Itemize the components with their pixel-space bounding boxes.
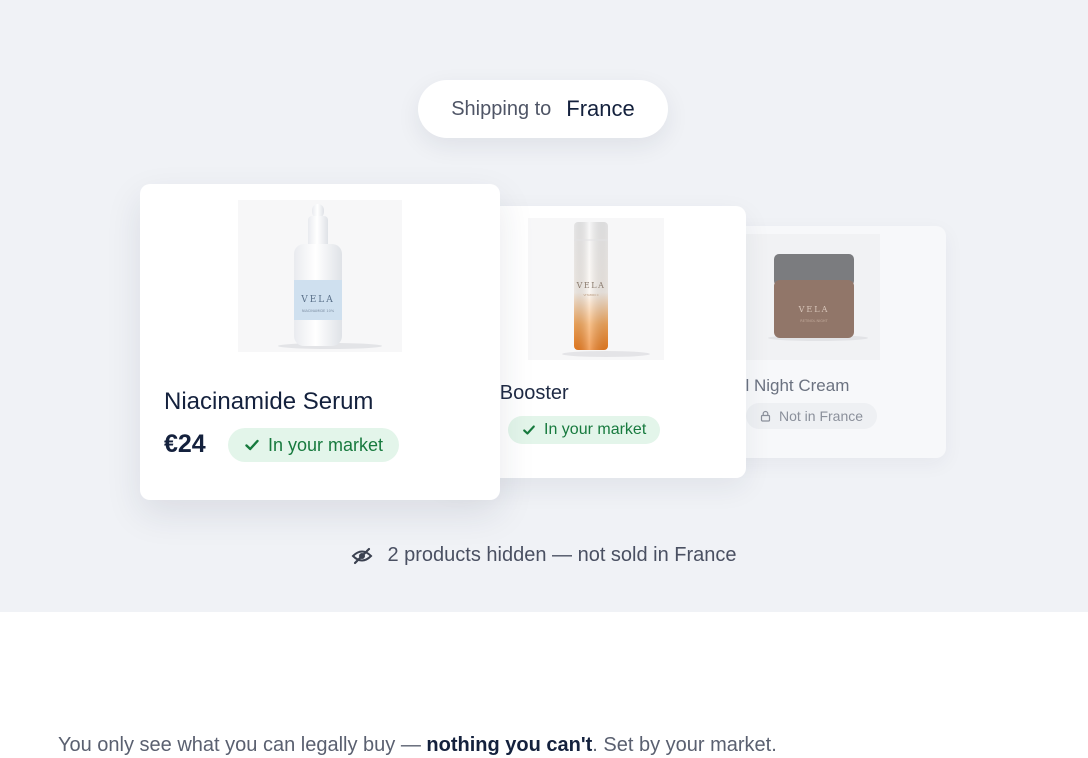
shipping-label: Shipping to <box>451 97 552 120</box>
vela-sublabel: RETINOL NIGHT <box>800 319 828 323</box>
product-image: VELA NIACINAMIDE 10% <box>238 200 402 352</box>
tagline-pre: You only see what you can legally buy — <box>58 734 427 756</box>
market-status-text: In your market <box>544 421 647 438</box>
check-icon <box>245 439 259 451</box>
tagline-bold: nothing you can't <box>426 734 593 756</box>
tagline: You only see what you can legally buy — … <box>58 734 777 757</box>
shipping-selector[interactable]: Shipping to France <box>418 80 668 138</box>
market-stage: Shipping to France VELA NIACINAMIDE 10% … <box>0 0 1088 612</box>
market-status-text: Not in France <box>779 408 864 424</box>
market-status-text: In your market <box>268 434 384 455</box>
product-price: €24 <box>164 430 206 458</box>
tagline-post: . Set by your market. <box>592 734 777 756</box>
product-name[interactable]: Niacinamide Serum <box>164 388 373 416</box>
hidden-note-text: 2 products hidden — not sold in France <box>387 544 737 566</box>
vela-label: VELA <box>300 295 335 305</box>
product-name: ol Night Cream <box>736 376 850 395</box>
check-icon <box>523 425 535 435</box>
eye-slash-icon <box>352 547 373 564</box>
vela-sublabel: NIACINAMIDE 10% <box>302 309 335 313</box>
vela-label: VELA <box>798 305 830 314</box>
lock-icon <box>760 410 771 422</box>
hidden-products-note: 2 products hidden — not sold in France <box>0 544 1088 567</box>
vela-label: VELA <box>576 281 606 290</box>
market-status-badge: Not in France <box>746 403 878 429</box>
market-status-badge: In your market <box>508 416 661 444</box>
product-image: VELA VITAMIN C <box>528 218 664 360</box>
product-card-niacinamide[interactable]: VELA NIACINAMIDE 10% Niacinamide Serum €… <box>140 184 500 500</box>
product-image: VELA RETINOL NIGHT <box>744 234 880 360</box>
shipping-country[interactable]: France <box>566 96 634 122</box>
market-status-badge: In your market <box>228 428 400 462</box>
vela-sublabel: VITAMIN C <box>583 293 598 297</box>
